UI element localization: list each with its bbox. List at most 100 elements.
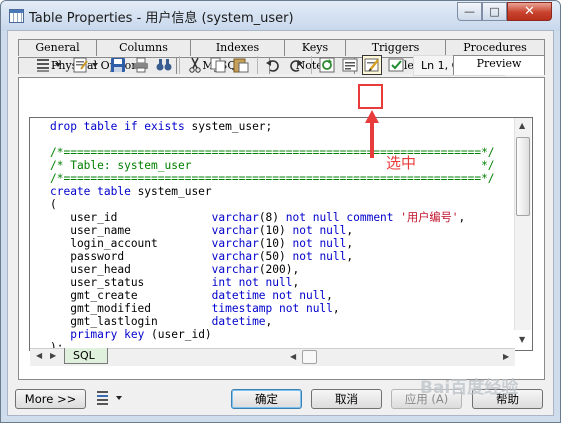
code-token: (10): [258, 237, 293, 250]
code-token: gmt_lastlogin: [50, 315, 212, 328]
tab-columns[interactable]: Columns: [96, 39, 191, 56]
code-line[interactable]: (: [50, 198, 495, 211]
paste-icon[interactable]: [231, 55, 251, 75]
code-token: varchar: [211, 211, 259, 224]
code-line[interactable]: gmt_modified timestamp not null,: [50, 302, 495, 315]
print-icon[interactable]: [131, 55, 151, 75]
baidu-watermark: Bai百度经验: [420, 378, 519, 398]
tab-triggers[interactable]: Triggers: [345, 39, 446, 56]
scroll-down-arrow-icon[interactable]: ▼: [519, 335, 525, 344]
tab-indexes[interactable]: Indexes: [190, 39, 285, 56]
toolbar-separator: [257, 56, 258, 74]
find-icon[interactable]: [154, 55, 174, 75]
code-line[interactable]: /* Table: system_user */: [50, 159, 495, 172]
code-token: not null: [292, 237, 347, 250]
code-line[interactable]: password varchar(50) not null,: [50, 250, 495, 263]
code-token: ,: [458, 211, 466, 224]
code-token: ,: [346, 237, 354, 250]
refresh-icon[interactable]: [317, 55, 337, 75]
annotation-highlight-box: [358, 84, 383, 109]
undo-icon[interactable]: [263, 55, 283, 75]
tab-procedures[interactable]: Procedures: [445, 39, 545, 56]
code-line[interactable]: user_name varchar(10) not null,: [50, 224, 495, 237]
code-line[interactable]: gmt_lastlogin datetime,: [50, 315, 495, 328]
code-token: ,: [346, 250, 354, 263]
code-token: varchar: [211, 237, 259, 250]
minimize-button[interactable]: —: [457, 2, 482, 21]
code-token: varchar: [211, 224, 259, 237]
cut-icon[interactable]: [185, 55, 205, 75]
scroll-right-arrow-icon[interactable]: ▶: [503, 352, 509, 361]
code-token: /*======================================…: [50, 146, 495, 159]
tab-general[interactable]: General: [18, 39, 97, 56]
check-icon[interactable]: [386, 55, 406, 75]
code-token: gmt_modified: [50, 302, 212, 315]
code-token: ,: [332, 302, 340, 315]
code-token: timestamp not null: [211, 302, 333, 315]
code-line[interactable]: /*======================================…: [50, 172, 495, 185]
code-token: not null: [292, 250, 347, 263]
code-line[interactable]: login_account varchar(10) not null,: [50, 237, 495, 250]
code-token: varchar: [211, 250, 259, 263]
code-token: create table: [50, 185, 138, 198]
code-token: int not null: [211, 276, 293, 289]
more-button[interactable]: More >>: [15, 389, 86, 409]
tab-preview[interactable]: Preview: [453, 55, 545, 75]
code-token: login_account: [50, 237, 212, 250]
script-dropdown-icon[interactable]: [34, 55, 66, 75]
code-token: (user_id): [151, 328, 212, 341]
sheet-prev-arrow-icon[interactable]: ◀: [36, 351, 42, 360]
ok-button[interactable]: 确定: [231, 389, 302, 409]
menu-dropdown-icon[interactable]: [93, 388, 127, 408]
code-token: varchar: [211, 263, 259, 276]
code-line[interactable]: drop table if exists system_user;: [50, 120, 495, 133]
code-line[interactable]: [50, 133, 495, 146]
code-token: (50): [258, 250, 293, 263]
save-icon[interactable]: [108, 55, 128, 75]
code-line[interactable]: user_id varchar(8) not null comment '用户编…: [50, 211, 495, 224]
code-token: (: [50, 198, 57, 211]
code-token: ,: [292, 276, 300, 289]
code-token: /*======================================…: [50, 172, 495, 185]
code-token: not null comment: [285, 211, 401, 224]
code-token: ,: [265, 315, 273, 328]
toolbar-separator: [311, 56, 312, 74]
code-token: system_user;: [191, 120, 273, 133]
edit-template-icon[interactable]: [362, 55, 382, 75]
copy-icon[interactable]: [208, 55, 228, 75]
table-icon: [9, 9, 24, 23]
code-line[interactable]: /*======================================…: [50, 146, 495, 159]
code-token: password: [50, 250, 212, 263]
sql-code[interactable]: drop table if exists system_user; /*====…: [50, 120, 495, 350]
show-generation-options-icon[interactable]: [340, 55, 360, 75]
scroll-left-arrow-icon[interactable]: ◀: [290, 352, 296, 361]
vertical-scroll-thumb[interactable]: [516, 137, 530, 216]
maximize-button[interactable]: □: [482, 2, 507, 21]
code-line[interactable]: user_status int not null,: [50, 276, 495, 289]
code-token: user_head: [50, 263, 212, 276]
sheet-next-arrow-icon[interactable]: ▶: [50, 351, 56, 360]
cancel-button[interactable]: 取消: [311, 389, 382, 409]
code-token: (8): [258, 211, 286, 224]
scroll-up-arrow-icon[interactable]: ▲: [519, 121, 525, 130]
code-token: (200),: [258, 263, 300, 276]
sheet-tab-sql[interactable]: SQL: [64, 348, 108, 364]
title-bar[interactable]: Table Properties - 用户信息 (system_user) — …: [1, 1, 560, 31]
code-line[interactable]: create table system_user: [50, 185, 495, 198]
properties-dropdown-icon[interactable]: [71, 55, 103, 75]
annotation-label: 选中: [386, 154, 417, 172]
horizontal-scroll-thumb[interactable]: [302, 350, 317, 364]
code-token: system_user: [137, 185, 212, 198]
code-token: drop table if exists: [50, 120, 192, 133]
tab-keys[interactable]: Keys: [284, 39, 346, 56]
code-token: '用户编号': [400, 211, 459, 224]
code-line[interactable]: primary key (user_id): [50, 328, 495, 341]
close-button[interactable]: ✕: [507, 2, 552, 21]
code-line[interactable]: gmt_create datetime not null,: [50, 289, 495, 302]
code-token: user_name: [50, 224, 212, 237]
sql-preview-editor[interactable]: drop table if exists system_user; /*====…: [29, 117, 533, 351]
code-line[interactable]: user_head varchar(200),: [50, 263, 495, 276]
code-token: ,: [326, 289, 333, 302]
redo-icon[interactable]: [286, 55, 306, 75]
